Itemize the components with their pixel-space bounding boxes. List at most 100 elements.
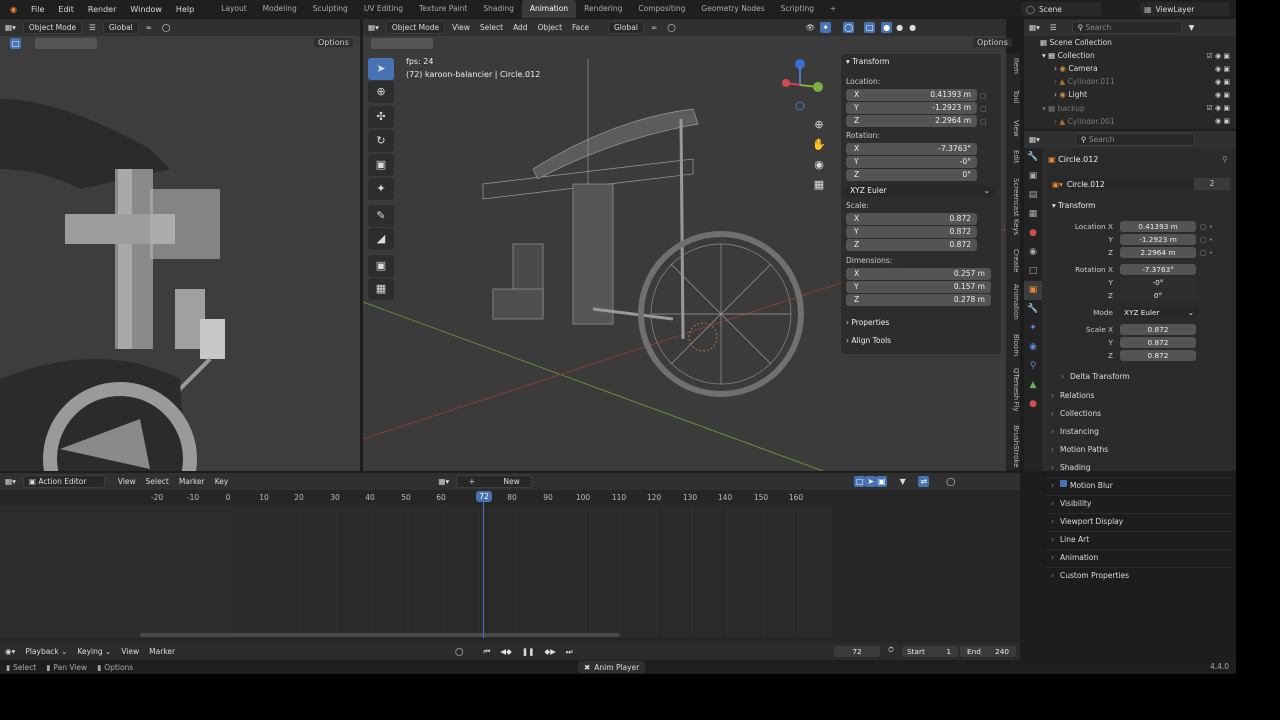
editor-type-icon[interactable]: ▦▾ bbox=[0, 477, 21, 486]
menu-help[interactable]: Help bbox=[169, 5, 201, 14]
constraint-tab-icon[interactable]: ⚲ bbox=[1024, 357, 1042, 376]
prop-location-x[interactable]: 0.41393 m bbox=[1120, 221, 1196, 232]
record-icon[interactable]: ◯ bbox=[450, 647, 468, 656]
scale-tool-icon[interactable]: ▣ bbox=[368, 154, 394, 176]
editor-type-icon[interactable]: ▦▾ bbox=[363, 23, 384, 32]
modifier-tab-icon[interactable]: 🔧 bbox=[1024, 300, 1042, 319]
shading-section[interactable]: Shading bbox=[1046, 459, 1232, 475]
collections-section[interactable]: Collections bbox=[1046, 405, 1232, 421]
lock-icon[interactable]: ▢ bbox=[980, 103, 990, 116]
tab-bloom[interactable]: Bloom bbox=[1008, 334, 1020, 356]
motion-blur-checkbox[interactable] bbox=[1060, 480, 1067, 487]
prop-location-z[interactable]: 2.2964 m bbox=[1120, 247, 1196, 258]
tab-geometry-nodes[interactable]: Geometry Nodes bbox=[693, 0, 772, 18]
physics-tab-icon[interactable]: ◉ bbox=[1024, 338, 1042, 357]
left-viewport[interactable]: ▦▾ Object Mode ☰ Global ∞ ◯ □ Options bbox=[0, 19, 360, 471]
rotation-mode-dropdown[interactable]: XYZ Euler ⌄ bbox=[846, 185, 996, 197]
jump-end-icon[interactable]: ⏭ bbox=[561, 647, 578, 657]
tab-view[interactable]: View bbox=[1008, 120, 1020, 137]
user-count[interactable]: 2 bbox=[1194, 178, 1230, 190]
tab-qtemesh[interactable]: QTemesh Fly bbox=[1008, 368, 1020, 412]
lock-icon[interactable]: ▢ bbox=[980, 90, 990, 103]
filter-arrow-icon[interactable]: ➤ bbox=[865, 476, 877, 487]
navigation-gizmo[interactable] bbox=[778, 57, 828, 117]
menu-file[interactable]: File bbox=[24, 5, 51, 14]
tab-sculpting[interactable]: Sculpting bbox=[305, 0, 356, 18]
particles-tab-icon[interactable]: ✦ bbox=[1024, 319, 1042, 338]
selection-mode-icons[interactable] bbox=[371, 37, 433, 49]
filter-icon[interactable]: ▼ bbox=[897, 476, 908, 487]
filter-selected-icon[interactable]: □ bbox=[854, 476, 866, 487]
add-workspace-button[interactable]: + bbox=[822, 0, 844, 18]
face-menu[interactable]: Face bbox=[567, 23, 594, 32]
object-menu[interactable]: Object bbox=[533, 23, 567, 32]
overlay-toggle-icon[interactable]: ◯ bbox=[843, 22, 855, 33]
timeline-marker-menu[interactable]: Marker bbox=[144, 647, 180, 656]
outliner-camera[interactable]: › ◉ Camera bbox=[1054, 64, 1098, 73]
outliner-cylinder-011[interactable]: › ▲ Cylinder.011 bbox=[1054, 77, 1115, 86]
ae-select-menu[interactable]: Select bbox=[141, 477, 174, 486]
cursor-tool-icon[interactable]: ⊕ bbox=[368, 81, 394, 103]
playback-menu[interactable]: Playback ⌄ bbox=[20, 647, 72, 656]
rotate-tool-icon[interactable]: ↻ bbox=[368, 130, 394, 152]
select-menu[interactable]: Select bbox=[475, 23, 508, 32]
left-options-button[interactable]: Options bbox=[314, 38, 353, 47]
npanel-transform-header[interactable]: ▾ Transform bbox=[846, 57, 889, 66]
dimensions-z-field[interactable]: Z 0.278 m bbox=[846, 294, 991, 306]
measure-tool-icon[interactable]: ◢ bbox=[368, 228, 394, 250]
prop-rotation-z[interactable]: 0° bbox=[1120, 290, 1196, 301]
eye-icon[interactable]: ◉ ▣ bbox=[1192, 89, 1230, 102]
location-y-field[interactable]: Y -1.2923 m bbox=[846, 102, 977, 114]
menu-icon[interactable]: ☰ bbox=[84, 23, 101, 32]
location-z-field[interactable]: Z 2.2964 m bbox=[846, 115, 977, 127]
tab-rendering[interactable]: Rendering bbox=[576, 0, 630, 18]
tab-item[interactable]: Item bbox=[1008, 58, 1020, 74]
add-cube-tool-icon[interactable]: ▣ bbox=[368, 255, 394, 277]
start-frame-field[interactable]: Start 1 bbox=[902, 646, 958, 657]
view-layer-tab-icon[interactable]: ▦ bbox=[1024, 205, 1042, 224]
keying-menu[interactable]: Keying ⌄ bbox=[72, 647, 116, 656]
tab-screencast-keys[interactable]: Screencast Keys bbox=[1008, 178, 1020, 235]
proportional-icon[interactable]: ◯ bbox=[945, 476, 956, 487]
outliner-collection[interactable]: ▾ ▦ Collection bbox=[1042, 51, 1095, 60]
lock-icon[interactable]: ▢ • bbox=[1200, 247, 1228, 260]
prev-keyframe-icon[interactable]: ◀◆ bbox=[495, 647, 517, 656]
select-tool-icon[interactable]: ➤ bbox=[368, 58, 394, 80]
camera-view-icon[interactable]: ◉ bbox=[811, 155, 827, 175]
outliner-cylinder-001[interactable]: › ▲ Cylinder.001 bbox=[1054, 117, 1115, 126]
current-frame-indicator[interactable]: 72 bbox=[476, 491, 492, 502]
editor-type-icon[interactable]: ▦▾ bbox=[1024, 23, 1045, 32]
dimensions-x-field[interactable]: X 0.257 m bbox=[846, 268, 991, 280]
pan-hand-icon[interactable]: ✋ bbox=[811, 135, 827, 155]
shading-solid-icon[interactable]: ● bbox=[881, 22, 893, 33]
ae-view-menu[interactable]: View bbox=[113, 477, 141, 486]
visibility-section[interactable]: Visibility bbox=[1046, 495, 1232, 511]
prop-rotation-x[interactable]: -7.3763° bbox=[1120, 264, 1196, 275]
outliner-backup[interactable]: ▾ ▦ backup bbox=[1042, 104, 1085, 113]
editor-type-icon[interactable]: ▦▾ bbox=[0, 23, 21, 32]
snap-icon[interactable]: ∞ bbox=[141, 23, 157, 32]
properties-search[interactable]: ⚲ Search bbox=[1074, 133, 1195, 146]
anim-player-indicator[interactable]: ✖ Anim Player bbox=[578, 661, 646, 673]
current-frame-field[interactable]: 72 bbox=[834, 646, 880, 657]
filter-icon[interactable]: ☰ bbox=[1045, 23, 1062, 32]
tab-layout[interactable]: Layout bbox=[213, 0, 255, 18]
view-layer-selector[interactable]: ▦ ViewLayer bbox=[1140, 2, 1230, 16]
end-frame-field[interactable]: End 240 bbox=[960, 646, 1016, 657]
add-menu[interactable]: Add bbox=[508, 23, 533, 32]
scene-selector[interactable]: ◯ Scene bbox=[1022, 2, 1102, 16]
move-tool-icon[interactable]: ✣ bbox=[368, 106, 394, 128]
eye-icon[interactable]: ◉ ▣ bbox=[1192, 63, 1230, 76]
eye-icon[interactable]: ☑ ◉ ▣ bbox=[1192, 50, 1230, 63]
tab-edit[interactable]: Edit bbox=[1008, 150, 1020, 164]
prop-rotation-y[interactable]: -0° bbox=[1120, 277, 1196, 288]
outliner-search[interactable]: ⚲ Search bbox=[1071, 21, 1182, 34]
tab-tool[interactable]: Tool bbox=[1008, 90, 1020, 104]
tab-animation[interactable]: Animation bbox=[521, 0, 577, 18]
jump-start-icon[interactable]: ⏮ bbox=[478, 647, 495, 657]
outliner-light[interactable]: › ◉ Light bbox=[1054, 90, 1087, 99]
prop-scale-x[interactable]: 0.872 bbox=[1120, 324, 1196, 335]
tab-brushstroke[interactable]: BrushStroke bbox=[1008, 425, 1020, 468]
tab-create[interactable]: Create bbox=[1008, 249, 1020, 272]
tab-compositing[interactable]: Compositing bbox=[630, 0, 693, 18]
